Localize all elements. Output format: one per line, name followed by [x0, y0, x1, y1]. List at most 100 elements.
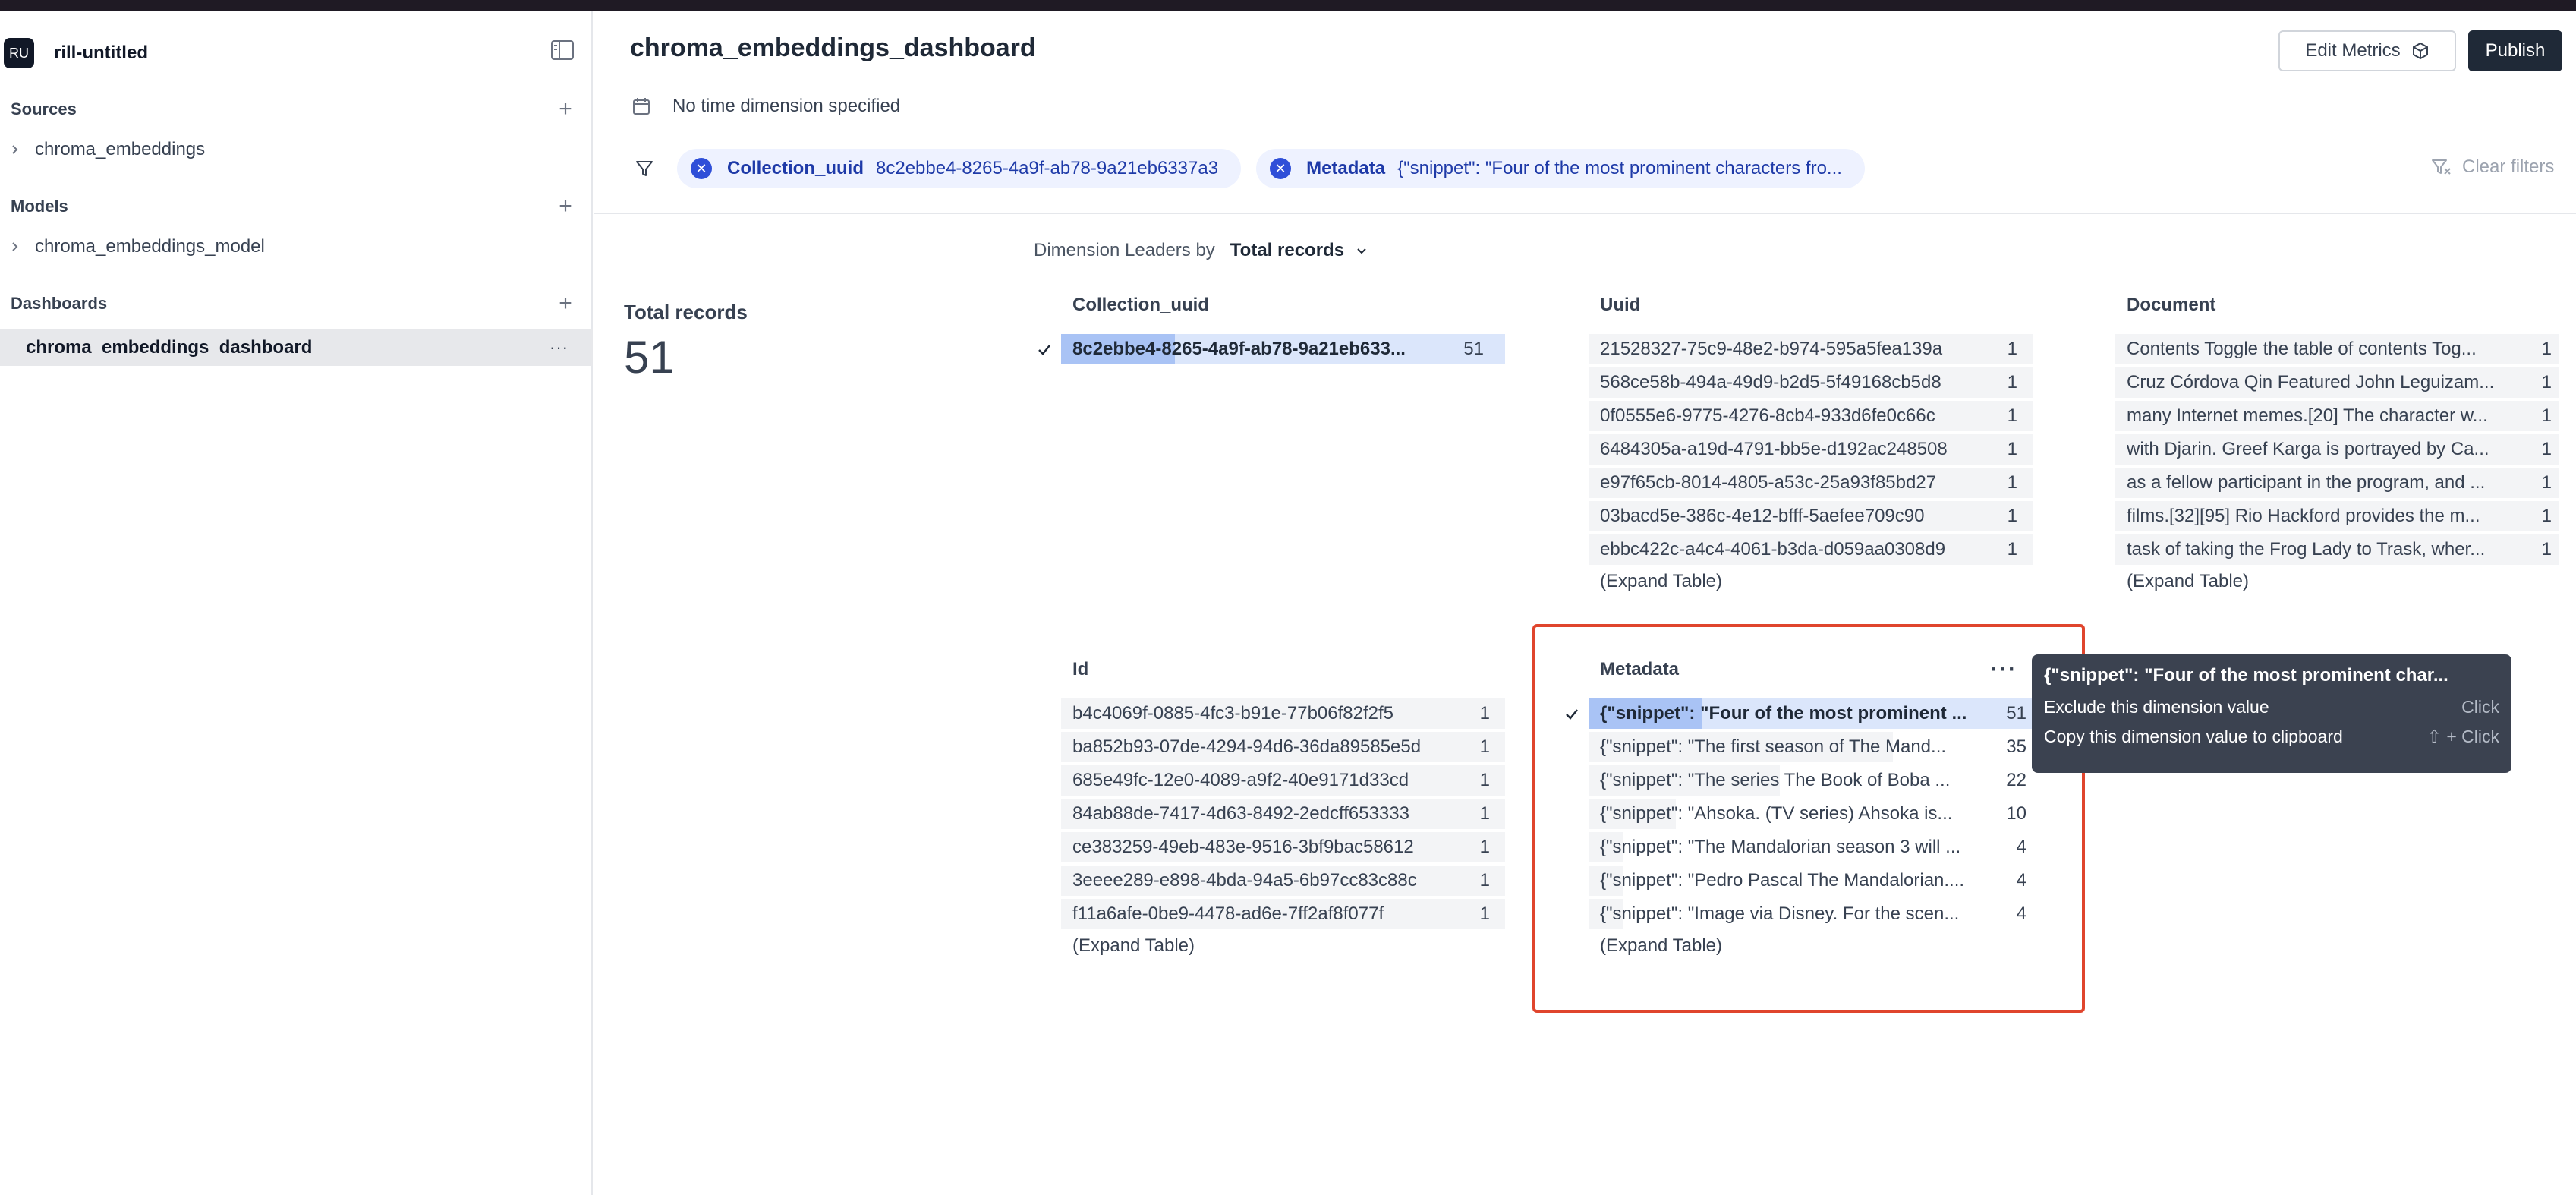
- check-icon: [1038, 345, 1050, 355]
- dimension-row[interactable]: 0f0555e6-9775-4276-8cb4-933d6fe0c66c 1: [1589, 399, 2033, 433]
- time-dimension-label: No time dimension specified: [672, 96, 901, 116]
- kpi-label[interactable]: Total records: [624, 301, 748, 324]
- sidebar-item-source[interactable]: chroma_embeddings: [9, 135, 205, 164]
- dimension-row[interactable]: e97f65cb-8014-4805-a53c-25a93f85bd27 1: [1589, 466, 2033, 500]
- dimension-row[interactable]: 685e49fc-12e0-4089-a9f2-40e9171d33cd 1: [1061, 764, 1505, 797]
- dimension-value: 568ce58b-494a-49d9-b2d5-5f49168cb5d8: [1600, 372, 1941, 393]
- dimension-title[interactable]: Collection_uuid: [1072, 295, 1209, 316]
- dimension-row[interactable]: 3eeee289-e898-4bda-94a5-6b97cc83c88c 1: [1061, 864, 1505, 897]
- dashboards-title: Dashboards: [11, 294, 108, 313]
- dimension-row[interactable]: {"snippet": "The series The Book of Boba…: [1589, 764, 2026, 797]
- calendar-icon: [633, 98, 650, 115]
- dimension-count: 1: [1479, 703, 1490, 724]
- dimension-value: Contents Toggle the table of contents To…: [2127, 339, 2477, 359]
- dimension-value: 03bacd5e-386c-4e12-bfff-5aefee709c90: [1600, 506, 1925, 526]
- dimension-value: with Djarin. Greef Karga is portrayed by…: [2127, 439, 2489, 459]
- more-options-icon[interactable]: ···: [1990, 658, 2017, 681]
- dimension-row[interactable]: {"snippet": "Image via Disney. For the s…: [1589, 897, 2026, 931]
- dimension-row[interactable]: {"snippet": "The first season of The Man…: [1589, 730, 2026, 764]
- dimension-row[interactable]: {"snippet": "Pedro Pascal The Mandaloria…: [1589, 864, 2026, 897]
- project-header[interactable]: RU rill-untitled: [4, 36, 148, 70]
- dimension-count: 1: [2007, 372, 2017, 393]
- dimension-count: 1: [1479, 803, 1490, 824]
- add-dashboard-icon[interactable]: +: [554, 291, 577, 317]
- cube-icon: [2412, 42, 2428, 60]
- dimension-count: 4: [2016, 903, 2026, 924]
- dimension-row[interactable]: 84ab88de-7417-4d63-8492-2edcff653333 1: [1061, 797, 1505, 831]
- page-title: chroma_embeddings_dashboard: [630, 33, 1036, 62]
- dimension-value: as a fellow participant in the program, …: [2127, 472, 2486, 493]
- measure-dropdown-label: Total records: [1230, 240, 1345, 260]
- expand-table-link[interactable]: (Expand Table): [1600, 935, 1722, 957]
- dimension-title[interactable]: Metadata: [1600, 659, 1679, 680]
- dimension-row[interactable]: 8c2ebbe4-8265-4a9f-ab78-9a21eb633... 51: [1038, 333, 1505, 366]
- filter-chip-collection-uuid[interactable]: ✕ Collection_uuid 8c2ebbe4-8265-4a9f-ab7…: [677, 149, 1242, 188]
- dimension-count: 1: [2007, 539, 2017, 560]
- clear-filters-button[interactable]: Clear filters: [2430, 156, 2554, 178]
- expand-table-link[interactable]: (Expand Table): [1072, 935, 1195, 957]
- dimension-row[interactable]: ebbc422c-a4c4-4061-b3da-d059aa0308d9 1: [1589, 533, 2033, 566]
- dimension-row[interactable]: ce383259-49eb-483e-9516-3bf9bac58612 1: [1061, 831, 1505, 864]
- dimension-value: 0f0555e6-9775-4276-8cb4-933d6fe0c66c: [1600, 405, 1935, 426]
- dimension-row[interactable]: 6484305a-a19d-4791-bb5e-d192ac248508 1: [1589, 433, 2033, 466]
- remove-filter-icon[interactable]: ✕: [1270, 158, 1292, 179]
- edit-metrics-button[interactable]: Edit Metrics: [2278, 30, 2456, 71]
- dimension-count: 1: [2007, 439, 2017, 459]
- dimension-row[interactable]: as a fellow participant in the program, …: [2115, 466, 2559, 500]
- dimension-row[interactable]: ba852b93-07de-4294-94d6-36da89585e5d 1: [1061, 730, 1505, 764]
- dimension-row[interactable]: f11a6afe-0be9-4478-ad6e-7ff2af8f077f 1: [1061, 897, 1505, 931]
- dimension-row[interactable]: task of taking the Frog Lady to Trask, w…: [2115, 533, 2559, 566]
- dimension-count: 1: [1479, 736, 1490, 757]
- filter-chip-metadata[interactable]: ✕ Metadata {"snippet": "Four of the most…: [1256, 149, 1865, 188]
- publish-button[interactable]: Publish: [2468, 30, 2562, 71]
- dimension-count: 51: [2006, 703, 2026, 724]
- tooltip-row-exclude: Exclude this dimension value Click: [2044, 697, 2499, 717]
- dimension-row[interactable]: 21528327-75c9-48e2-b974-595a5fea139a 1: [1589, 333, 2033, 366]
- dimension-row[interactable]: Contents Toggle the table of contents To…: [2115, 333, 2559, 366]
- dimension-value: 3eeee289-e898-4bda-94a5-6b97cc83c88c: [1072, 870, 1417, 891]
- filter-clear-icon: [2432, 159, 2451, 175]
- dimension-count: 1: [2541, 439, 2552, 459]
- dimension-row[interactable]: with Djarin. Greef Karga is portrayed by…: [2115, 433, 2559, 466]
- dimension-row[interactable]: {"snippet": "The Mandalorian season 3 wi…: [1589, 831, 2026, 864]
- dimension-value: task of taking the Frog Lady to Trask, w…: [2127, 539, 2486, 560]
- sidebar-item-model[interactable]: chroma_embeddings_model: [9, 232, 265, 261]
- dimension-count: 1: [2007, 405, 2017, 426]
- dimension-row[interactable]: 03bacd5e-386c-4e12-bfff-5aefee709c90 1: [1589, 500, 2033, 533]
- dimension-row[interactable]: films.[32][95] Rio Hackford provides the…: [2115, 500, 2559, 533]
- dimension-count: 1: [2541, 372, 2552, 393]
- dimension-title[interactable]: Id: [1072, 659, 1088, 680]
- filter-bar: ✕ Collection_uuid 8c2ebbe4-8265-4a9f-ab7…: [635, 149, 1865, 188]
- project-avatar: RU: [4, 38, 34, 68]
- sidebar-item-label: chroma_embeddings_model: [35, 236, 265, 257]
- filter-value: 8c2ebbe4-8265-4a9f-ab78-9a21eb6337a3: [876, 158, 1219, 178]
- window-top-bar: [0, 0, 2576, 11]
- dimension-value: {"snippet": "Pedro Pascal The Mandaloria…: [1600, 870, 1965, 891]
- dimension-value-tooltip: {"snippet": "Four of the most prominent …: [2032, 654, 2511, 773]
- dimension-row[interactable]: Cruz Córdova Qin Featured John Leguizam.…: [2115, 366, 2559, 399]
- dimension-row[interactable]: {"snippet": "Four of the most prominent …: [1566, 697, 2033, 730]
- expand-table-link[interactable]: (Expand Table): [2127, 571, 2249, 592]
- sidebar-item-dashboard[interactable]: chroma_embeddings_dashboard ···: [0, 329, 593, 366]
- add-model-icon[interactable]: +: [554, 194, 577, 219]
- dimension-title[interactable]: Uuid: [1600, 295, 1640, 316]
- dimension-title[interactable]: Document: [2127, 295, 2215, 316]
- dimension-row[interactable]: 568ce58b-494a-49d9-b2d5-5f49168cb5d8 1: [1589, 366, 2033, 399]
- dimension-value: {"snippet": "The Mandalorian season 3 wi…: [1600, 837, 1961, 857]
- sidebar-collapse-icon[interactable]: [550, 39, 575, 61]
- chevron-right-icon[interactable]: [9, 241, 21, 253]
- dimension-value: {"snippet": "Four of the most prominent …: [1600, 703, 1967, 724]
- add-source-icon[interactable]: +: [554, 96, 577, 122]
- dimension-count: 1: [2541, 506, 2552, 526]
- chevron-right-icon[interactable]: [9, 143, 21, 156]
- more-options-icon[interactable]: ···: [550, 338, 568, 358]
- measure-dropdown[interactable]: Total records: [1230, 240, 1368, 261]
- dimension-count: 4: [2016, 837, 2026, 857]
- remove-filter-icon[interactable]: ✕: [691, 158, 712, 179]
- tooltip-hint: Click: [2461, 697, 2499, 717]
- expand-table-link[interactable]: (Expand Table): [1600, 571, 1722, 592]
- dimension-row[interactable]: b4c4069f-0885-4fc3-b91e-77b06f82f2f5 1: [1061, 697, 1505, 730]
- dimension-count: 10: [2006, 803, 2026, 824]
- dimension-row[interactable]: many Internet memes.[20] The character w…: [2115, 399, 2559, 433]
- dimension-row[interactable]: {"snippet": "Ahsoka. (TV series) Ahsoka …: [1589, 797, 2026, 831]
